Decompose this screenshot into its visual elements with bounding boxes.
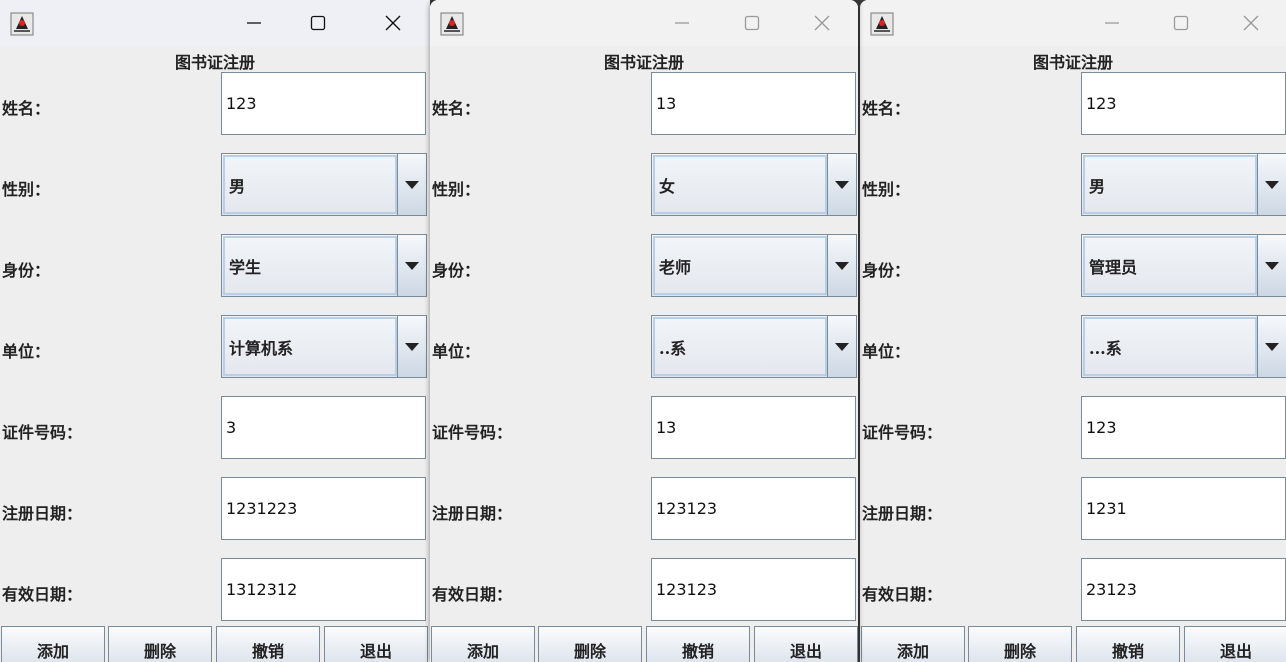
registration-window: 图书证注册 姓名： 123 性别： 男 身份： 管理员 单位： ...系 证件号… [860,0,1286,662]
registration-window: 图书证注册 姓名： 123 性别： 男 身份： 学生 单位： 计算机系 证件号码… [0,0,430,662]
register-date-input[interactable]: 123123 [651,477,856,540]
gender-label: 性别： [862,180,911,199]
expiry-date-input[interactable]: 123123 [651,558,856,621]
cancel-button[interactable]: 撤销 [646,626,750,662]
minimize-icon[interactable] [1094,8,1130,38]
chevron-down-icon[interactable] [397,154,426,215]
java-duke-icon[interactable] [870,12,894,36]
form-title: 图书证注册 [174,53,255,72]
exit-button[interactable]: 退出 [1184,626,1286,662]
register-date-label: 注册日期： [862,504,943,523]
maximize-icon[interactable] [300,8,336,38]
gender-value: 女 [653,155,827,214]
gender-select[interactable]: 女 [651,153,857,216]
name-label: 姓名： [862,99,911,118]
unit-value: 计算机系 [223,317,397,376]
name-input[interactable]: 13 [651,72,856,135]
minimize-icon[interactable] [236,8,272,38]
unit-select[interactable]: ...系 [1081,315,1286,378]
gender-select[interactable]: 男 [1081,153,1286,216]
name-input[interactable]: 123 [221,72,426,135]
gender-select[interactable]: 男 [221,153,427,216]
add-button[interactable]: 添加 [1,626,105,662]
gender-value: 男 [1083,155,1257,214]
add-button[interactable]: 添加 [431,626,535,662]
register-date-label: 注册日期： [432,504,513,523]
maximize-icon[interactable] [734,8,770,38]
expiry-date-input[interactable]: 1312312 [221,558,426,621]
identity-select[interactable]: 老师 [651,234,857,297]
identity-select[interactable]: 学生 [221,234,427,297]
close-icon[interactable] [804,8,840,38]
id-number-input[interactable]: 13 [651,396,856,459]
exit-button[interactable]: 退出 [754,626,858,662]
identity-value: 老师 [653,236,827,295]
id-number-label: 证件号码： [862,423,943,442]
exit-button[interactable]: 退出 [324,626,428,662]
close-icon[interactable] [1233,8,1269,38]
unit-select[interactable]: 计算机系 [221,315,427,378]
add-button[interactable]: 添加 [861,626,965,662]
unit-label: 单位： [432,342,481,361]
name-label: 姓名： [432,99,481,118]
register-date-input[interactable]: 1231223 [221,477,426,540]
identity-value: 管理员 [1083,236,1257,295]
title-bar[interactable] [0,0,430,46]
delete-button[interactable]: 删除 [968,626,1072,662]
form-title: 图书证注册 [1032,53,1113,72]
unit-label: 单位： [2,342,51,361]
chevron-down-icon[interactable] [827,235,856,296]
chevron-down-icon[interactable] [827,154,856,215]
unit-label: 单位： [862,342,911,361]
maximize-icon[interactable] [1163,8,1199,38]
identity-label: 身份： [432,261,481,280]
registration-window: 图书证注册 姓名： 13 性别： 女 身份： 老师 单位： ..系 证件号码： … [430,0,858,662]
chevron-down-icon[interactable] [397,316,426,377]
minimize-icon[interactable] [664,8,700,38]
expiry-date-label: 有效日期： [432,585,513,604]
name-input[interactable]: 123 [1081,72,1286,135]
identity-value: 学生 [223,236,397,295]
id-number-input[interactable]: 123 [1081,396,1286,459]
expiry-date-label: 有效日期： [2,585,83,604]
unit-value: ..系 [653,317,827,376]
id-number-label: 证件号码： [2,423,83,442]
form-title: 图书证注册 [603,53,684,72]
identity-label: 身份： [862,261,911,280]
chevron-down-icon[interactable] [1257,154,1286,215]
unit-value: ...系 [1083,317,1257,376]
java-duke-icon[interactable] [10,12,34,36]
expiry-date-input[interactable]: 23123 [1081,558,1286,621]
delete-button[interactable]: 删除 [538,626,642,662]
gender-label: 性别： [432,180,481,199]
java-duke-icon[interactable] [440,12,464,36]
title-bar[interactable] [430,0,858,46]
chevron-down-icon[interactable] [397,235,426,296]
identity-label: 身份： [2,261,51,280]
register-date-input[interactable]: 1231 [1081,477,1286,540]
cancel-button[interactable]: 撤销 [1076,626,1180,662]
id-number-label: 证件号码： [432,423,513,442]
name-label: 姓名： [2,99,51,118]
chevron-down-icon[interactable] [827,316,856,377]
gender-value: 男 [223,155,397,214]
chevron-down-icon[interactable] [1257,316,1286,377]
close-icon[interactable] [375,8,411,38]
chevron-down-icon[interactable] [1257,235,1286,296]
cancel-button[interactable]: 撤销 [216,626,320,662]
delete-button[interactable]: 删除 [108,626,212,662]
id-number-input[interactable]: 3 [221,396,426,459]
expiry-date-label: 有效日期： [862,585,943,604]
title-bar[interactable] [860,0,1286,46]
gender-label: 性别： [2,180,51,199]
unit-select[interactable]: ..系 [651,315,857,378]
register-date-label: 注册日期： [2,504,83,523]
identity-select[interactable]: 管理员 [1081,234,1286,297]
